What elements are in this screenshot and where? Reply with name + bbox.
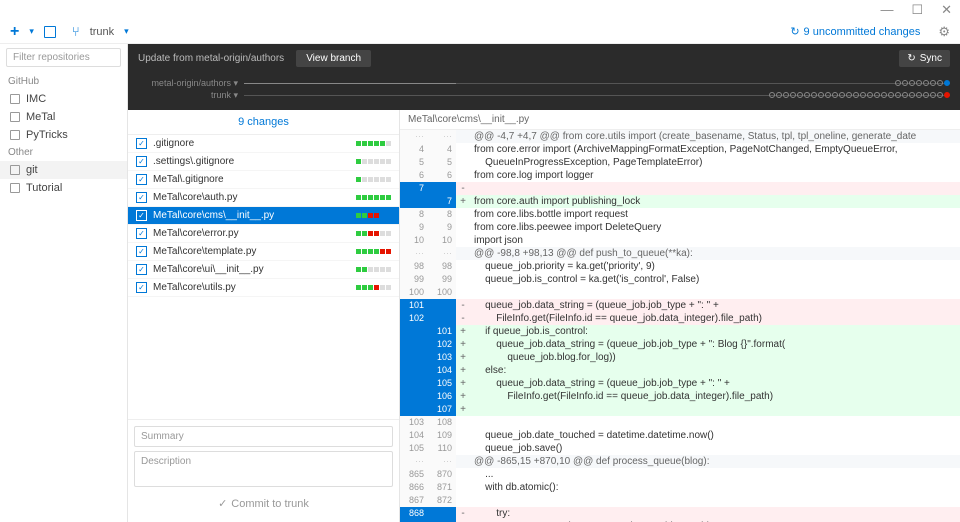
diff-line: 106+ FileInfo.get(FileInfo.id == queue_j… [400, 390, 960, 403]
repo-icon [10, 112, 20, 122]
diff-line: 104109 queue_job.date_touched = datetime… [400, 429, 960, 442]
diff-line: 55 QueueInProgressException, PageTemplat… [400, 156, 960, 169]
repo-icon [10, 94, 20, 104]
uncommitted-link[interactable]: ↻ 9 uncommitted changes [790, 25, 920, 38]
file-checkbox[interactable]: ✓ [136, 282, 147, 293]
diff-line: 104+ else: [400, 364, 960, 377]
sidebar-group-label: Other [0, 144, 127, 161]
view-branch-button[interactable]: View branch [296, 50, 371, 67]
diff-view: MeTal\core\cms\__init__.py ······@@ -4,7… [400, 110, 960, 522]
diff-line: ······@@ -865,15 +870,10 @@ def process_… [400, 455, 960, 468]
sidebar-repo-item[interactable]: IMC [0, 90, 127, 108]
changes-panel: 9 changes ✓.gitignore✓.settings\.gitigno… [128, 110, 400, 522]
sidebar-repo-item[interactable]: PyTricks [0, 126, 127, 144]
history-graph: metal-origin/authors ▾ trunk ▾ [128, 73, 960, 110]
commit-button[interactable]: ✓ Commit to trunk [134, 491, 393, 516]
diff-line: 100100 [400, 286, 960, 299]
add-dropdown[interactable]: ▾ [29, 26, 34, 37]
diff-line: 88from core.libs.bottle import request [400, 208, 960, 221]
diff-line: 1010import json [400, 234, 960, 247]
changed-file-row[interactable]: ✓MeTal\core\error.py [128, 225, 399, 243]
branch-name[interactable]: trunk [90, 26, 114, 38]
repo-icon [10, 165, 20, 175]
diff-line: 865870 ... [400, 468, 960, 481]
add-button[interactable]: + [10, 23, 19, 41]
diff-line: 866871 with db.atomic(): [400, 481, 960, 494]
changed-file-row[interactable]: ✓.settings\.gitignore [128, 153, 399, 171]
diff-line: 102+ queue_job.data_string = (queue_job.… [400, 338, 960, 351]
repo-icon [10, 183, 20, 193]
branch-icon: ⑂ [72, 24, 80, 39]
filter-repos-input[interactable]: Filter repositories [6, 48, 121, 67]
repo-icon [44, 26, 56, 38]
diff-line: 105110 queue_job.save() [400, 442, 960, 455]
sidebar-group-label: GitHub [0, 73, 127, 90]
diff-line: ······@@ -4,7 +4,7 @@ from core.utils im… [400, 130, 960, 143]
file-checkbox[interactable]: ✓ [136, 192, 147, 203]
toolbar: + ▾ ⑂ trunk ▾ ↻ 9 uncommitted changes ⚙ [0, 20, 960, 44]
update-from-label: Update from metal-origin/authors [138, 53, 284, 64]
diff-line: 101- queue_job.data_string = (queue_job.… [400, 299, 960, 312]
diff-line: 102- FileInfo.get(FileInfo.id == queue_j… [400, 312, 960, 325]
repo-icon [10, 130, 20, 140]
sync-icon: ↻ [907, 53, 915, 64]
window-controls: — ☐ ✕ [0, 0, 960, 20]
minimize-button[interactable]: — [880, 2, 893, 18]
changed-file-row[interactable]: ✓MeTal\core\utils.py [128, 279, 399, 297]
changed-file-row[interactable]: ✓MeTal\core\ui\__init__.py [128, 261, 399, 279]
sidebar-repo-item[interactable]: Tutorial [0, 179, 127, 197]
commit-description-input[interactable]: Description [134, 451, 393, 487]
check-icon: ✓ [218, 497, 227, 510]
diff-line: ······@@ -98,8 +98,13 @@ def push_to_que… [400, 247, 960, 260]
file-checkbox[interactable]: ✓ [136, 174, 147, 185]
diff-line: 44from core.error import (ArchiveMapping… [400, 143, 960, 156]
file-checkbox[interactable]: ✓ [136, 228, 147, 239]
close-button[interactable]: ✕ [941, 2, 952, 18]
diff-line: 103108 [400, 416, 960, 429]
changed-file-row[interactable]: ✓MeTal\core\template.py [128, 243, 399, 261]
sidebar-repo-item[interactable]: MeTal [0, 108, 127, 126]
diff-line: 103+ queue_job.blog.for_log)) [400, 351, 960, 364]
diff-line: 7- [400, 182, 960, 195]
diff-filename: MeTal\core\cms\__init__.py [400, 110, 960, 130]
diff-line: 7+from core.auth import publishing_lock [400, 195, 960, 208]
file-checkbox[interactable]: ✓ [136, 210, 147, 221]
diff-line: 9898 queue_job.priority = ka.get('priori… [400, 260, 960, 273]
changed-file-row[interactable]: ✓.gitignore [128, 135, 399, 153]
changed-file-row[interactable]: ✓MeTal\.gitignore [128, 171, 399, 189]
sidebar-repo-item[interactable]: git [0, 161, 127, 179]
compare-bar: Update from metal-origin/authors View br… [128, 44, 960, 73]
diff-line: 101+ if queue_job.is_control: [400, 325, 960, 338]
commit-summary-input[interactable]: Summary [134, 426, 393, 447]
file-checkbox[interactable]: ✓ [136, 156, 147, 167]
diff-line: 107+ [400, 403, 960, 416]
diff-line: 9999 queue_job.is_control = ka.get('is_c… [400, 273, 960, 286]
branch-dropdown[interactable]: ▾ [124, 26, 129, 37]
changes-count: 9 changes [128, 110, 399, 135]
repo-sidebar: Filter repositories GitHubIMCMeTalPyTric… [0, 44, 128, 522]
file-checkbox[interactable]: ✓ [136, 246, 147, 257]
settings-icon[interactable]: ⚙ [938, 24, 950, 40]
changed-file-row[interactable]: ✓MeTal\core\cms\__init__.py [128, 207, 399, 225]
file-checkbox[interactable]: ✓ [136, 264, 147, 275]
diff-line: 99from core.libs.peewee import DeleteQue… [400, 221, 960, 234]
sync-button[interactable]: ↻ Sync [899, 50, 950, 67]
diff-line: 66from core.log import logger [400, 169, 960, 182]
changed-file-row[interactable]: ✓MeTal\core\auth.py [128, 189, 399, 207]
diff-line: 868- try: [400, 507, 960, 520]
maximize-button[interactable]: ☐ [911, 2, 923, 18]
diff-line: 867872 [400, 494, 960, 507]
file-checkbox[interactable]: ✓ [136, 138, 147, 149]
refresh-icon: ↻ [790, 25, 799, 38]
diff-line: 105+ queue_job.data_string = (queue_job.… [400, 377, 960, 390]
